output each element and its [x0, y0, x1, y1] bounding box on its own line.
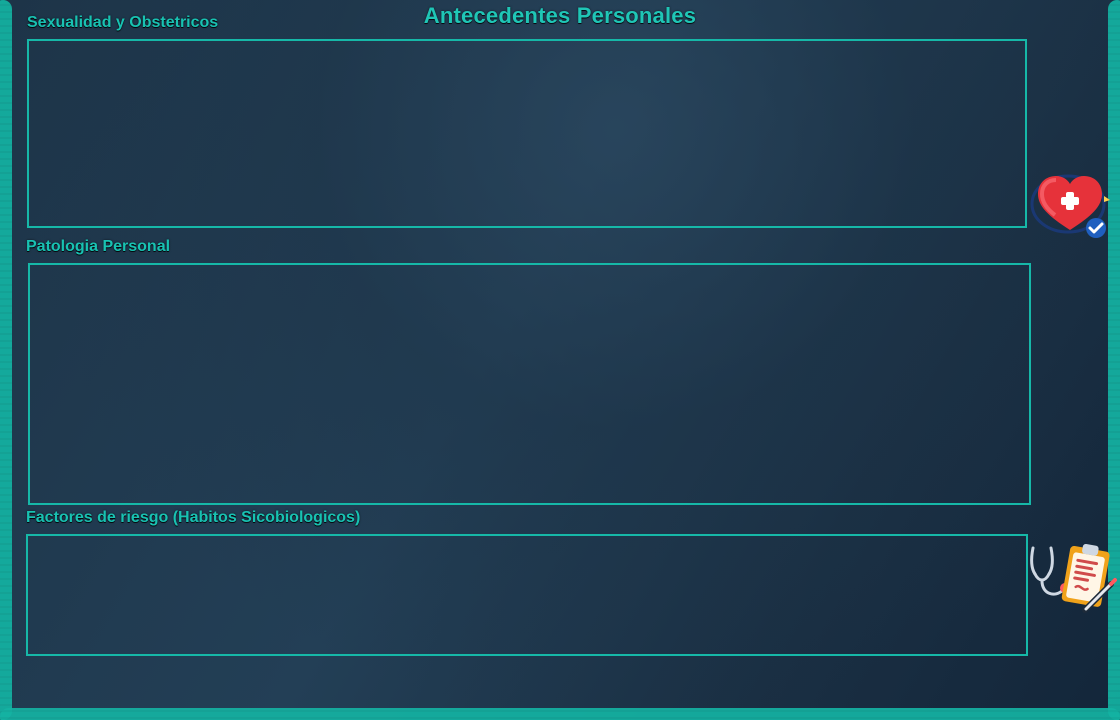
left-brush-border [0, 0, 12, 720]
section-box-sexualidad[interactable] [27, 39, 1027, 228]
medical-heart-icon [1030, 170, 1115, 240]
section-label-factores: Factores de riesgo (Habitos Sicobiologic… [26, 509, 361, 526]
section-label-patologia: Patologia Personal [26, 238, 171, 255]
medical-clipboard-stethoscope-icon [1025, 538, 1117, 618]
bottom-brush-border [0, 708, 1120, 720]
section-box-factores[interactable] [26, 534, 1028, 656]
section-label-sexualidad: Sexualidad y Obstetricos [27, 14, 219, 31]
page-frame: Antecedentes Personales Sexualidad y Obs… [0, 0, 1120, 720]
section-box-patologia[interactable] [28, 263, 1031, 505]
